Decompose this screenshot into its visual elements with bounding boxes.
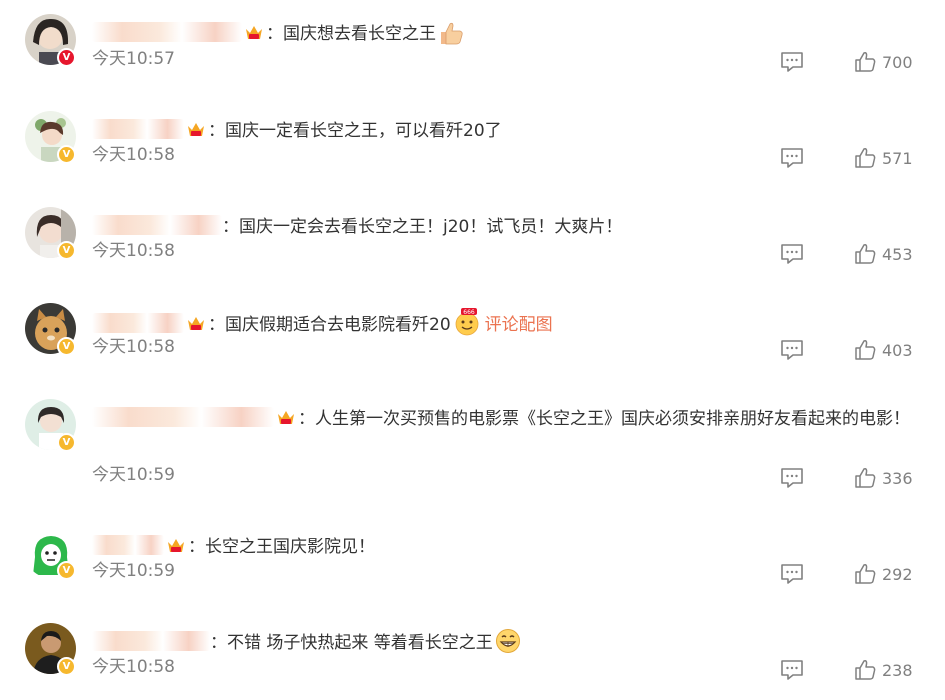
like-count: 700 [882,52,913,72]
username-blurred[interactable] [92,215,222,235]
grin-icon [495,629,520,653]
like-count: 292 [882,564,913,584]
comment-text: ：国庆一定看长空之王，可以看歼20了 [208,121,502,141]
comment-icon[interactable] [780,659,804,681]
like-button[interactable]: 453 [854,243,913,265]
thumbs-up-outline-icon [855,52,876,72]
thumbs-up-outline-icon [855,244,876,264]
comment-time: 今天10:58 [92,337,175,357]
comment-content: ：国庆一定看长空之王，可以看歼20了 [92,116,922,146]
verified-badge-icon: V [57,337,76,356]
comment-content: ：长空之王国庆影院见！ [92,532,922,562]
like-count: 571 [882,148,913,168]
comment-time: 今天10:58 [92,657,175,677]
thumbs-up-outline-icon [855,564,876,584]
like-button[interactable]: 571 [854,147,913,169]
like-button[interactable]: 403 [854,339,913,361]
svg-text:666: 666 [463,309,475,316]
crown-icon [188,123,204,136]
like-count: 403 [882,340,913,360]
verified-badge-icon: V [57,241,76,260]
username-blurred[interactable] [92,535,164,555]
comment-time: 今天10:57 [92,49,175,69]
comment-time: 今天10:59 [92,465,175,485]
like-count: 336 [882,468,913,488]
crown-icon [278,411,294,424]
verified-badge-icon: V [57,48,76,67]
comment-icon[interactable] [780,51,804,73]
like-count: 453 [882,244,913,264]
comment-icon[interactable] [780,147,804,169]
comment-content: ：国庆一定会去看长空之王！j20！试飞员！大爽片！ [92,212,922,242]
comment-time: 今天10:58 [92,241,175,261]
like-button[interactable]: 292 [854,563,913,585]
comment-content: ：人生第一次买预售的电影票《长空之王》国庆必须安排亲朋好友看起来的电影！ [92,404,922,434]
verified-badge-icon: V [57,145,76,164]
username-blurred[interactable] [92,407,274,427]
verified-badge-icon: V [57,433,76,452]
comment-icon[interactable] [780,563,804,585]
thumbs-up-outline-icon [855,148,876,168]
comment-text: ：国庆假期适合去电影院看歼20 [208,315,451,335]
comment-time: 今天10:59 [92,561,175,581]
comment-image-link[interactable]: 评论配图 [485,315,553,335]
username-blurred[interactable] [92,313,184,333]
comment-text: ：人生第一次买预售的电影票《长空之王》国庆必须安排亲朋好友看起来的电影！ [298,409,910,429]
thumbs-up-outline-icon [855,340,876,360]
like-button[interactable]: 336 [854,467,913,489]
comment-content: ：国庆想去看长空之王 [92,19,922,49]
like-count: 238 [882,660,913,680]
username-blurred[interactable] [92,631,210,651]
username-blurred[interactable] [92,22,242,42]
comment-icon[interactable] [780,467,804,489]
comment-content: ：不错 场子快热起来 等着看长空之王 [92,628,922,658]
crown-icon [246,26,262,39]
thumbs-up-outline-icon [855,660,876,680]
crown-icon [168,539,184,552]
666-face-icon: 666 [455,308,479,336]
like-button[interactable]: 238 [854,659,913,681]
comment-content: ：国庆假期适合去电影院看歼20 666 评论配图 [92,308,922,340]
comment-text: ：不错 场子快热起来 等着看长空之王 [210,633,493,653]
comment-text: ：国庆想去看长空之王 [266,24,436,44]
comment-icon[interactable] [780,243,804,265]
comment-text: ：长空之王国庆影院见！ [188,537,375,557]
comment-text: ：国庆一定会去看长空之王！j20！试飞员！大爽片！ [222,217,623,237]
like-button[interactable]: 700 [854,51,913,73]
username-blurred[interactable] [92,119,184,139]
verified-badge-icon: V [57,561,76,580]
thumbs-up-outline-icon [855,468,876,488]
comment-icon[interactable] [780,339,804,361]
crown-icon [188,317,204,330]
thumbs-up-icon [441,22,463,45]
comment-time: 今天10:58 [92,145,175,165]
verified-badge-icon: V [57,657,76,676]
